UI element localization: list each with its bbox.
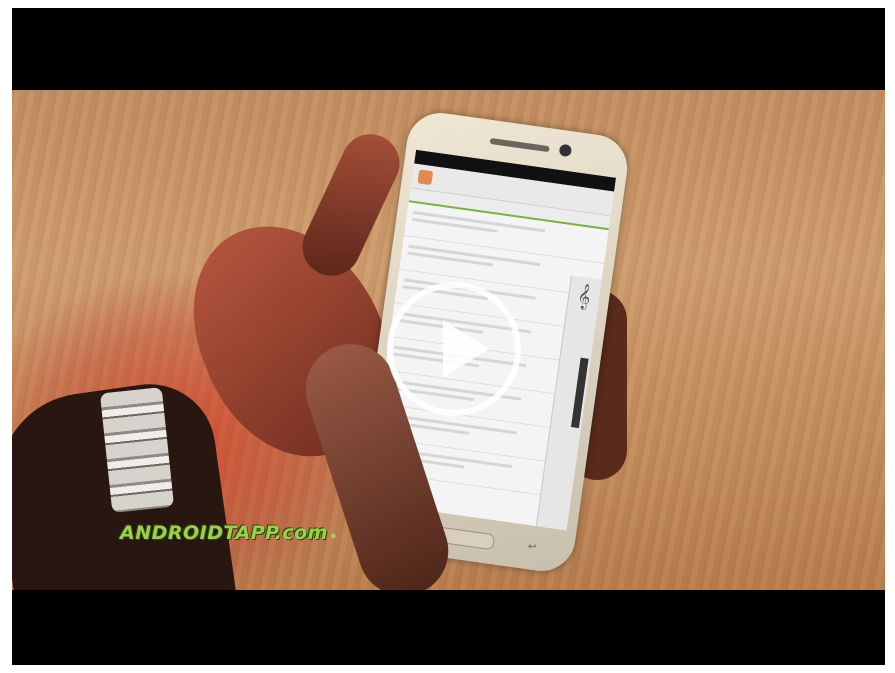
phone-speaker [489,137,550,153]
video-player[interactable]: 𝄞 ↩ ANDROIDTAPP.com ● [12,8,885,665]
play-icon [443,320,489,378]
metal-bracelet [99,387,175,513]
phone-camera [558,143,573,158]
back-key-icon: ↩ [527,541,537,554]
android-icon: ● [330,530,337,542]
app-icon [417,169,434,186]
play-button[interactable] [387,282,521,416]
watermark: ANDROIDTAPP.com [120,522,328,544]
side-scroll-thumb [570,357,589,429]
music-clef-icon: 𝄞 [576,282,593,310]
